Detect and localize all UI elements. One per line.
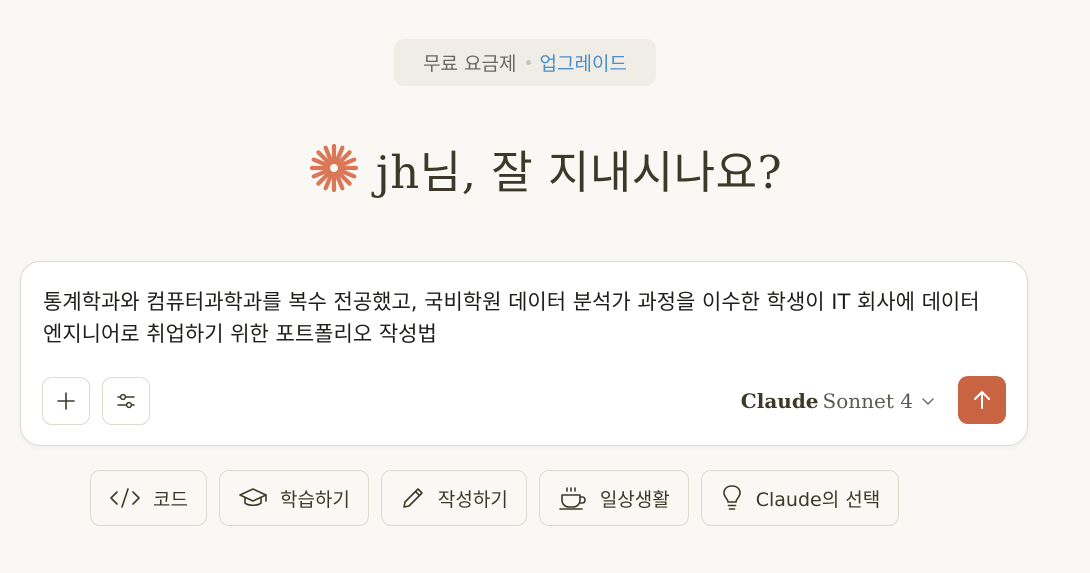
chip-claude-choice[interactable]: Claude의 선택 (700, 470, 900, 526)
claude-spark-icon (309, 143, 358, 193)
code-icon (110, 488, 140, 508)
chip-label: 코드 (153, 488, 188, 511)
chip-learn[interactable]: 학습하기 (218, 470, 369, 526)
lightbulb-icon (722, 485, 741, 510)
tools-button[interactable] (102, 377, 150, 425)
greeting-title: jh님, 잘 지내시나요? (375, 145, 783, 199)
pencil-icon (403, 488, 423, 508)
model-name: Sonnet 4 (822, 389, 913, 413)
chip-label: 작성하기 (437, 488, 508, 511)
send-button[interactable] (958, 376, 1006, 424)
upgrade-link[interactable]: 업그레이드 (540, 49, 627, 76)
arrow-up-icon (974, 391, 990, 409)
sliders-icon (117, 393, 135, 409)
new-chat-page: 무료 요금제 업그레이드 jh님, 잘 지내시나요? 통계학과와 컴퓨터과학과를… (0, 0, 1090, 573)
add-attachment-button[interactable] (42, 377, 90, 425)
plan-label: 무료 요금제 (423, 53, 517, 75)
separator-dot (525, 60, 531, 65)
chevron-down-icon (922, 398, 934, 405)
chip-daily-life[interactable]: 일상생활 (538, 470, 689, 526)
plan-badge: 무료 요금제 업그레이드 (394, 39, 656, 86)
chip-write[interactable]: 작성하기 (380, 470, 527, 526)
chip-label: 일상생활 (599, 488, 670, 511)
model-selector[interactable]: Claude Sonnet 4 (741, 386, 935, 416)
model-brand: Claude (740, 389, 819, 413)
prompt-input[interactable]: 통계학과와 컴퓨터과학과를 복수 전공했고, 국비학원 데이터 분석가 과정을 … (43, 286, 1003, 350)
message-composer: 통계학과와 컴퓨터과학과를 복수 전공했고, 국비학원 데이터 분석가 과정을 … (20, 261, 1028, 446)
coffee-cup-icon (559, 487, 586, 510)
graduation-cap-icon (239, 488, 267, 507)
chip-label: Claude의 선택 (755, 488, 881, 511)
plus-icon (57, 392, 75, 410)
chip-code[interactable]: 코드 (90, 470, 207, 526)
suggestion-chips: 코드 학습하기 작성하기 일상생활 Claude의 선택 (90, 470, 900, 526)
chip-label: 학습하기 (279, 488, 350, 511)
greeting: jh님, 잘 지내시나요? (0, 128, 1090, 208)
